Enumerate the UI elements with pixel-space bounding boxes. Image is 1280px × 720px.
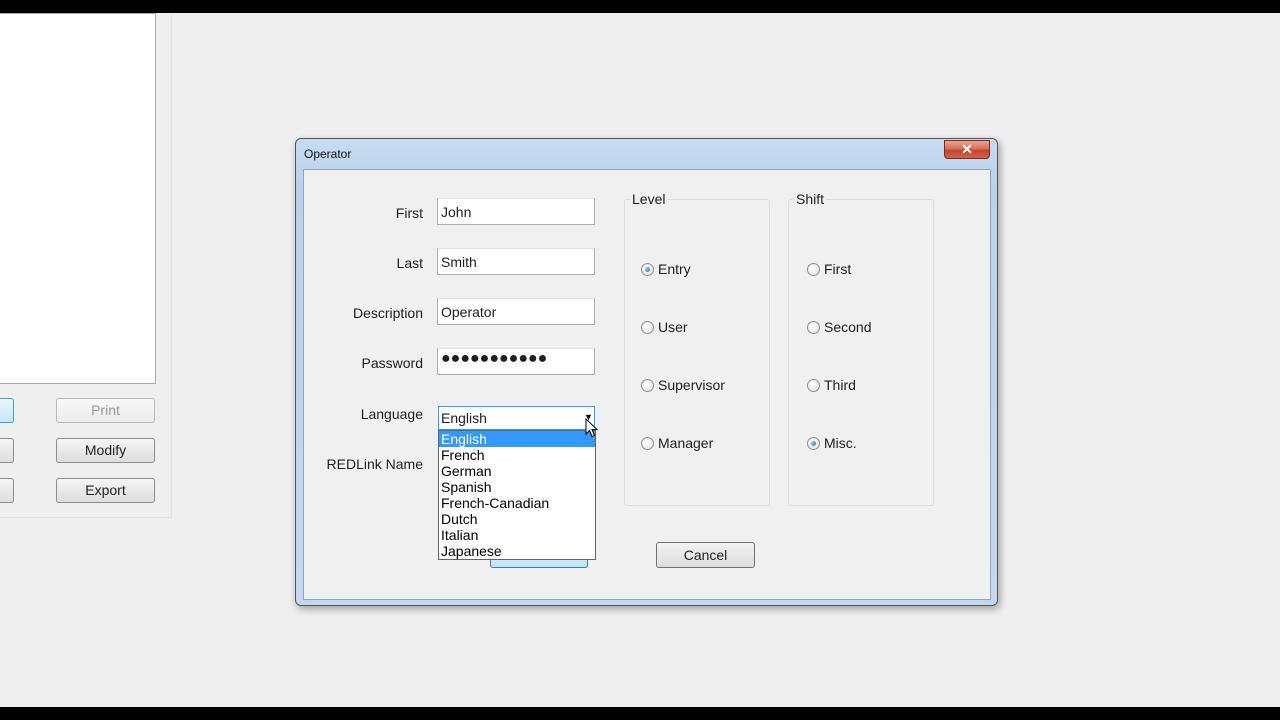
shift-radio-first[interactable]: First bbox=[807, 261, 851, 277]
print-button[interactable]: Print bbox=[56, 398, 155, 423]
language-option-french[interactable]: French bbox=[439, 447, 595, 463]
level-radio-supervisor[interactable]: Supervisor bbox=[641, 377, 725, 393]
level-radio-manager[interactable]: Manager bbox=[641, 435, 713, 451]
level-radio-user[interactable]: User bbox=[641, 319, 688, 335]
shift-group bbox=[788, 199, 934, 506]
radio-label: User bbox=[658, 319, 688, 335]
export-button[interactable]: Export bbox=[56, 478, 155, 503]
language-option-italian[interactable]: Italian bbox=[439, 527, 595, 543]
password-label: Password bbox=[361, 355, 423, 371]
radio-label: Third bbox=[824, 377, 856, 393]
dialog-title: Operator bbox=[304, 147, 352, 161]
shift-radio-misc[interactable]: Misc. bbox=[807, 435, 857, 451]
background-divider bbox=[171, 13, 172, 518]
letterbox-top bbox=[0, 0, 1280, 13]
letterbox-bottom bbox=[0, 707, 1280, 720]
radio-unselected-icon bbox=[807, 320, 820, 334]
language-option-french-canadian[interactable]: French-Canadian bbox=[439, 495, 595, 511]
close-button[interactable]: ✕ bbox=[944, 140, 990, 159]
language-option-english[interactable]: English bbox=[439, 431, 595, 447]
radio-selected-icon bbox=[641, 262, 654, 276]
background-divider-horizontal bbox=[0, 517, 172, 518]
radio-selected-icon bbox=[807, 436, 820, 450]
language-option-dutch[interactable]: Dutch bbox=[439, 511, 595, 527]
language-option-german[interactable]: German bbox=[439, 463, 595, 479]
description-label: Description bbox=[352, 305, 423, 321]
background-hidden-button-1[interactable] bbox=[0, 398, 14, 423]
level-radio-entry[interactable]: Entry bbox=[641, 261, 691, 277]
cancel-button[interactable]: Cancel bbox=[656, 542, 755, 568]
language-option-japanese[interactable]: Japanese bbox=[439, 543, 595, 559]
shift-radio-third[interactable]: Third bbox=[807, 377, 856, 393]
language-label: Language bbox=[360, 406, 423, 422]
radio-label: Misc. bbox=[824, 435, 857, 451]
radio-label: Entry bbox=[658, 261, 691, 277]
close-icon: ✕ bbox=[961, 141, 973, 157]
shift-radio-second[interactable]: Second bbox=[807, 319, 871, 335]
radio-unselected-icon bbox=[641, 320, 654, 334]
radio-unselected-icon bbox=[641, 378, 654, 392]
level-group-title: Level bbox=[630, 191, 668, 207]
modify-button[interactable]: Modify bbox=[56, 438, 155, 463]
language-selected-value: English bbox=[441, 410, 487, 426]
radio-label: Supervisor bbox=[658, 377, 725, 393]
language-select[interactable]: English ▼ bbox=[438, 406, 595, 430]
radio-unselected-icon bbox=[807, 378, 820, 392]
last-name-field[interactable] bbox=[437, 248, 595, 275]
radio-unselected-icon bbox=[807, 262, 820, 276]
radio-label: Manager bbox=[658, 435, 714, 451]
first-name-label: First bbox=[395, 205, 423, 221]
level-group bbox=[624, 199, 770, 506]
radio-label: Second bbox=[824, 319, 872, 335]
language-option-spanish[interactable]: Spanish bbox=[439, 479, 595, 495]
shift-group-title: Shift bbox=[794, 191, 827, 207]
background-hidden-button-2[interactable] bbox=[0, 438, 14, 463]
background-list-panel[interactable] bbox=[0, 13, 156, 384]
language-dropdown-list: English French German Spanish French-Can… bbox=[438, 430, 596, 560]
last-name-label: Last bbox=[396, 255, 423, 271]
password-field[interactable]: ●●●●●●●●●●● bbox=[437, 348, 595, 375]
mouse-pointer-icon bbox=[585, 418, 599, 438]
description-field[interactable] bbox=[437, 298, 595, 325]
redlink-name-label: REDLink Name bbox=[326, 456, 423, 472]
radio-unselected-icon bbox=[641, 436, 654, 450]
first-name-field[interactable] bbox=[437, 198, 595, 225]
background-hidden-button-3[interactable] bbox=[0, 478, 14, 503]
radio-label: First bbox=[824, 261, 852, 277]
